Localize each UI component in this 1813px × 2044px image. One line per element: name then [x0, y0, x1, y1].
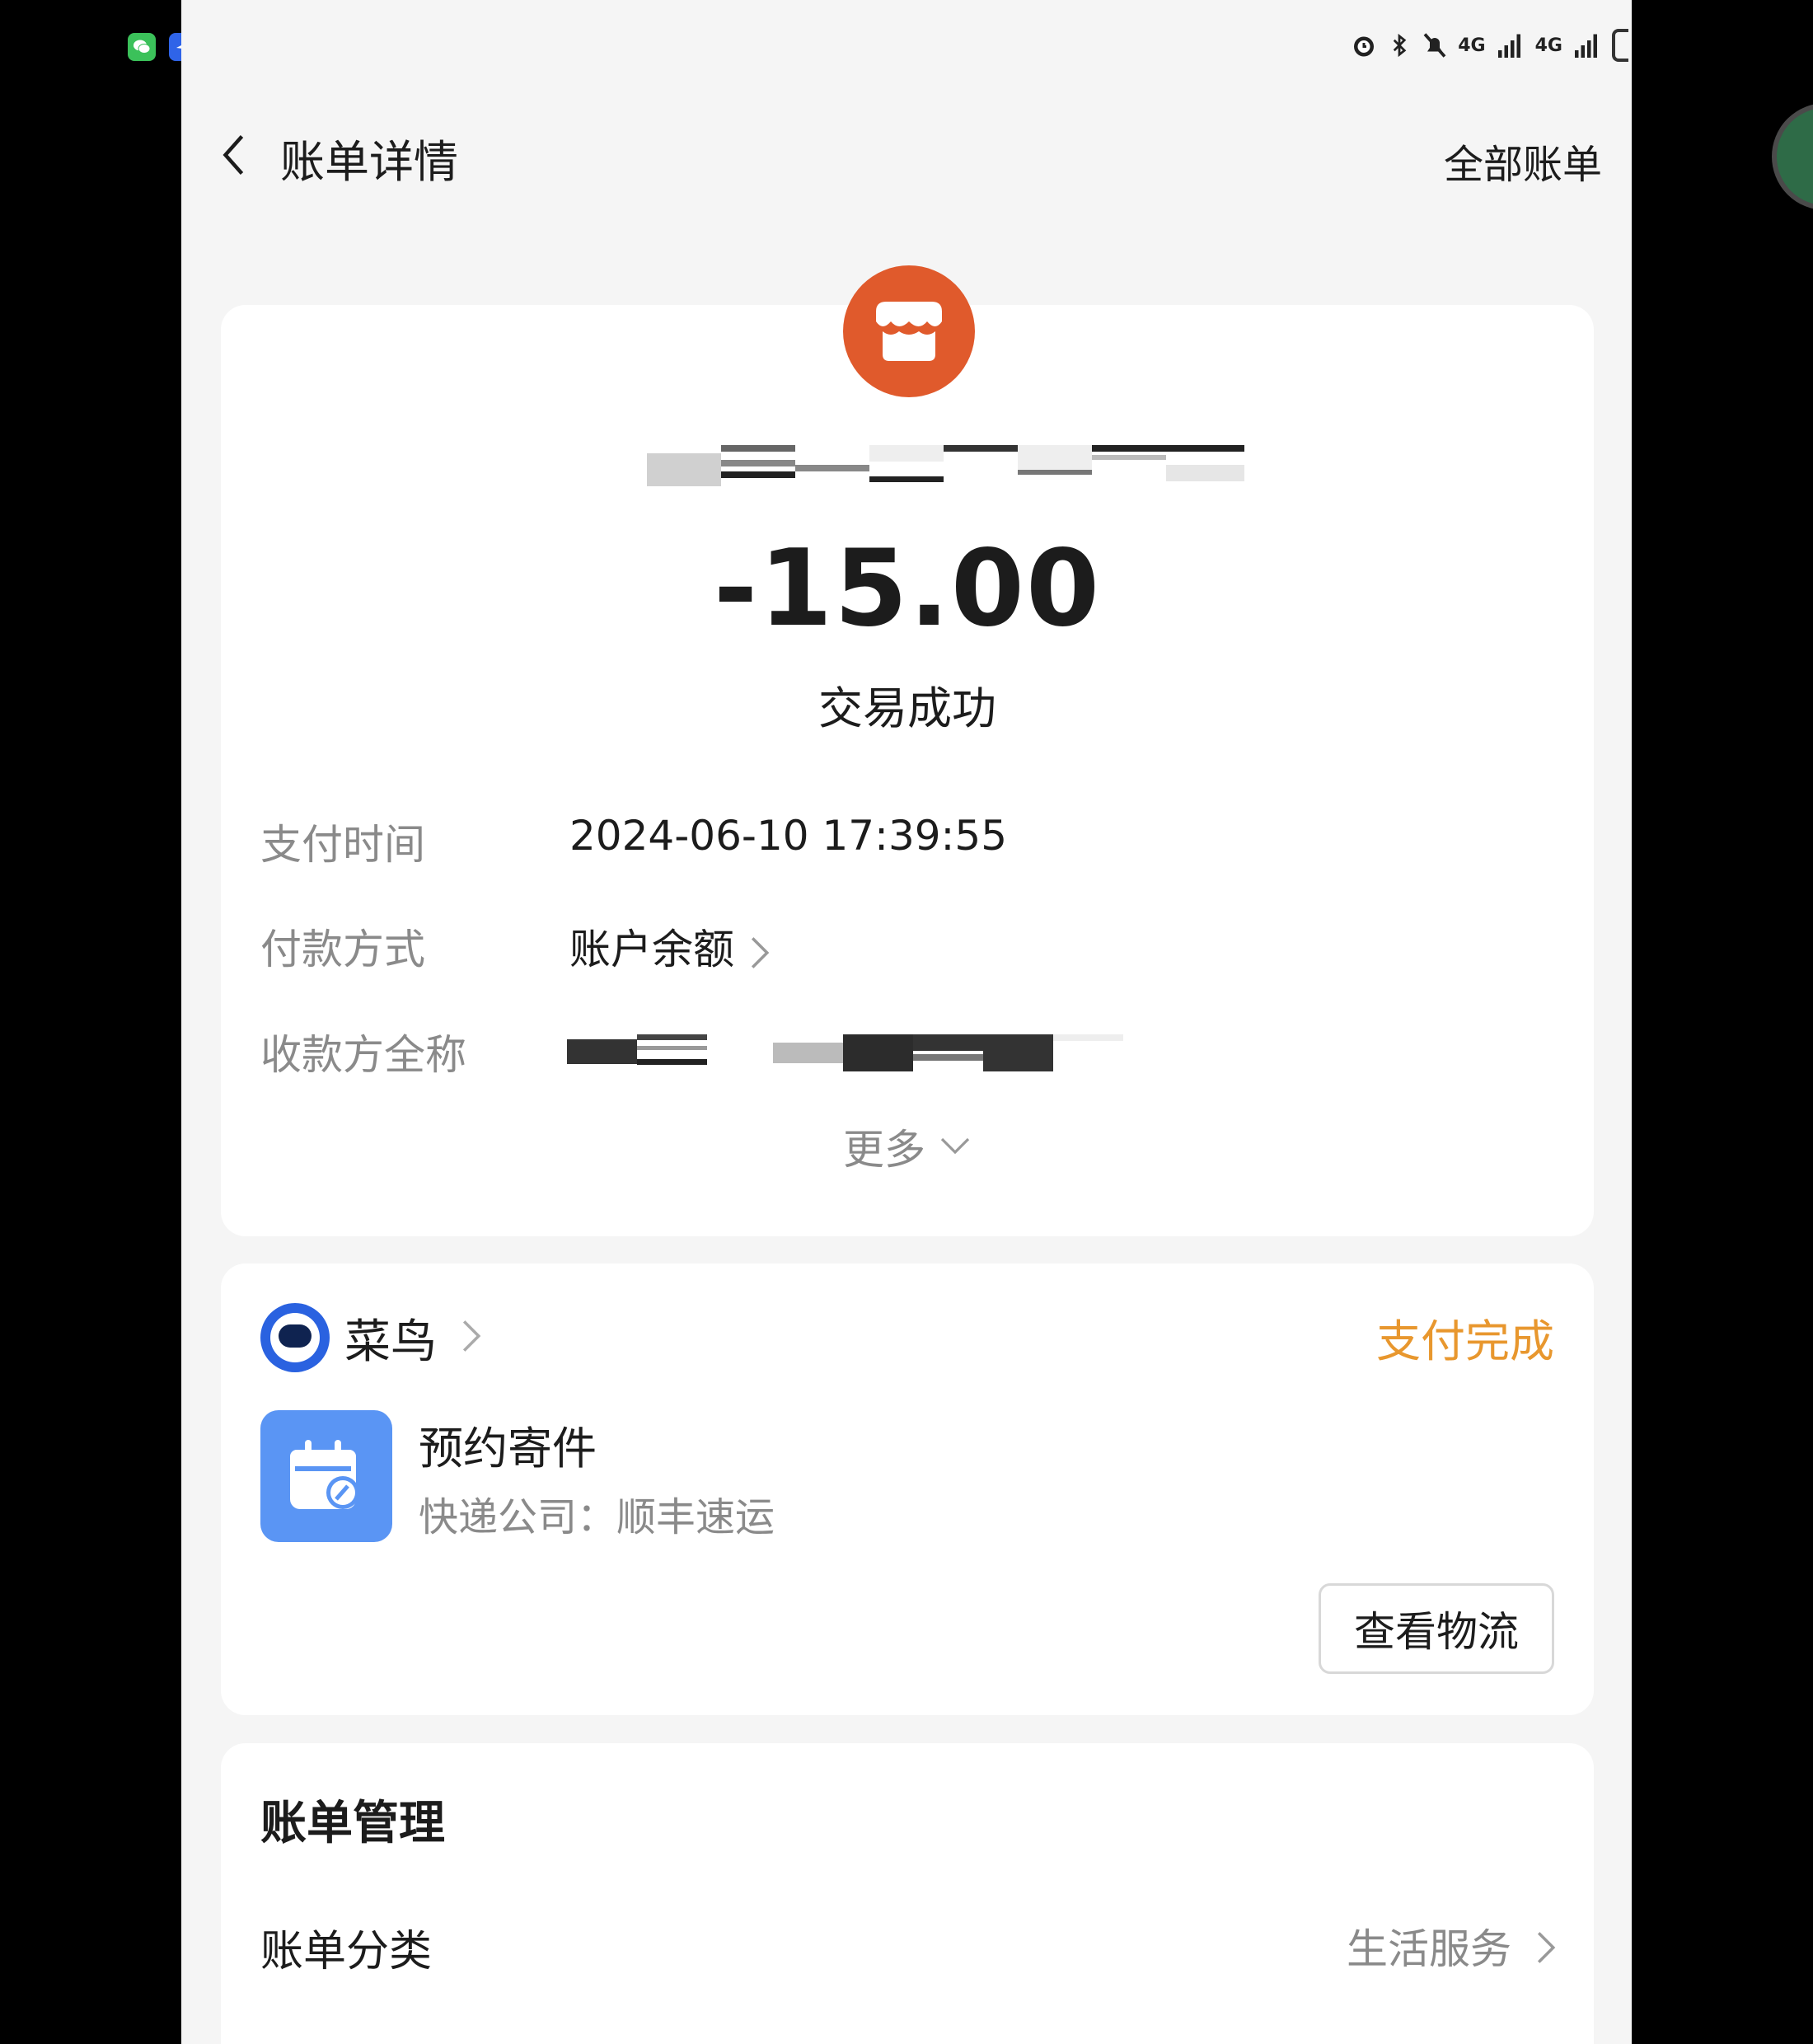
payment-time-label: 支付时间: [260, 821, 425, 869]
bill-category-value[interactable]: 生活服务: [1347, 1916, 1511, 1976]
payee-name-redacted: [567, 1034, 1127, 1071]
merchant-name-redacted: [647, 445, 1244, 490]
cainiao-logo-icon: [260, 1303, 330, 1372]
view-logistics-button[interactable]: 查看物流: [1319, 1583, 1554, 1674]
mute-icon: [1423, 33, 1446, 58]
cainiao-service-card: 菜鸟 支付完成 预约寄件 快递公司：顺丰速运 查看物流: [221, 1263, 1594, 1715]
more-details-button[interactable]: 更多: [221, 1117, 1594, 1176]
transaction-status: 交易成功: [818, 682, 996, 734]
battery-icon: [1612, 29, 1628, 62]
bill-management-title: 账单管理: [260, 1797, 445, 1850]
store-icon: [843, 265, 975, 397]
back-arrow-icon[interactable]: [211, 130, 260, 180]
signal-icon: [1497, 34, 1520, 58]
floating-chat-bubble-icon[interactable]: [1772, 103, 1813, 210]
payment-complete-status: 支付完成: [1376, 1315, 1554, 1367]
bluetooth-icon: [1394, 33, 1407, 58]
signal-icon: [1575, 34, 1597, 58]
transaction-amount: -15.00: [714, 527, 1101, 650]
service-title: 预约寄件: [419, 1423, 597, 1474]
calendar-edit-icon: [260, 1410, 392, 1542]
more-label: 更多: [843, 1126, 926, 1174]
alarm-icon: [1354, 36, 1375, 57]
chevron-right-icon: [751, 936, 770, 968]
header: 账单详情 全部账单: [181, 107, 1632, 206]
transaction-card: -15.00 交易成功 支付时间 2024-06-10 17:39:55 付款方…: [221, 305, 1594, 1236]
bill-category-label[interactable]: 账单分类: [260, 1916, 432, 1978]
wechat-notification-icon: [128, 33, 156, 61]
chevron-right-icon[interactable]: [460, 1318, 483, 1354]
chevron-down-icon: [940, 1137, 970, 1154]
network-type-label: 4G: [1458, 35, 1486, 56]
cainiao-name[interactable]: 菜鸟: [344, 1305, 437, 1371]
bill-management-card: 账单管理 账单分类 生活服务: [221, 1743, 1594, 2044]
all-bills-link[interactable]: 全部账单: [1444, 132, 1602, 190]
payment-method-value: 账户余额: [569, 926, 734, 973]
status-bar: 4G 4G: [1349, 25, 1632, 66]
express-company: 快递公司：顺丰速运: [419, 1494, 775, 1540]
payment-method-label: 付款方式: [260, 926, 425, 973]
network-type-label: 4G: [1534, 35, 1562, 56]
phone-screen: 4G 4G 账单详情 全部账单 -15.00 交易成功 支付时间 2024-06…: [181, 0, 1632, 2044]
page-title: 账单详情: [280, 136, 458, 188]
chevron-right-icon[interactable]: [1534, 1929, 1558, 1966]
payment-time-value: 2024-06-10 17:39:55: [569, 812, 1008, 860]
payee-label: 收款方全称: [260, 1031, 466, 1079]
